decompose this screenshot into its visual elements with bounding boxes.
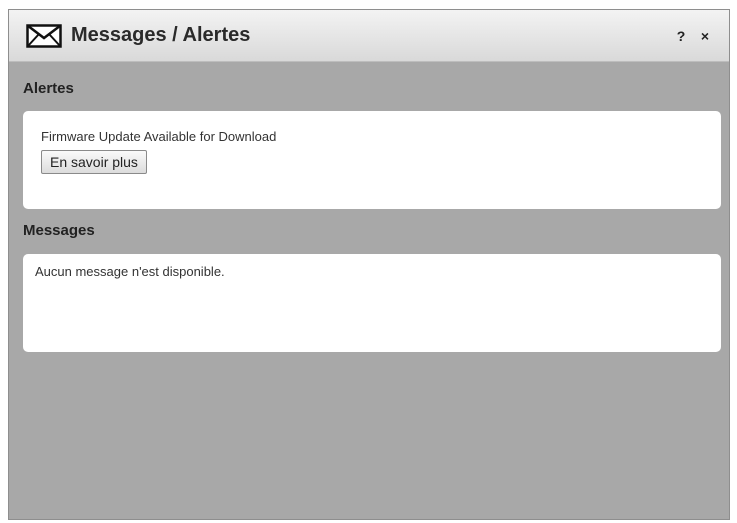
- alertes-panel: Firmware Update Available for Download E…: [23, 111, 721, 209]
- alertes-heading: Alertes: [23, 80, 74, 97]
- messages-heading: Messages: [23, 222, 95, 239]
- messages-alertes-dialog: Messages / Alertes ? × Alertes Firmware …: [8, 9, 730, 520]
- close-button[interactable]: ×: [693, 24, 717, 48]
- envelope-icon: [25, 23, 63, 49]
- help-button[interactable]: ?: [669, 24, 693, 48]
- learn-more-button[interactable]: En savoir plus: [41, 150, 147, 174]
- messages-panel: Aucun message n'est disponible.: [23, 254, 721, 352]
- dialog-titlebar: Messages / Alertes ? ×: [9, 10, 729, 62]
- dialog-title: Messages / Alertes: [71, 24, 251, 46]
- alert-item-text: Firmware Update Available for Download: [41, 129, 277, 144]
- messages-empty-text: Aucun message n'est disponible.: [35, 264, 225, 279]
